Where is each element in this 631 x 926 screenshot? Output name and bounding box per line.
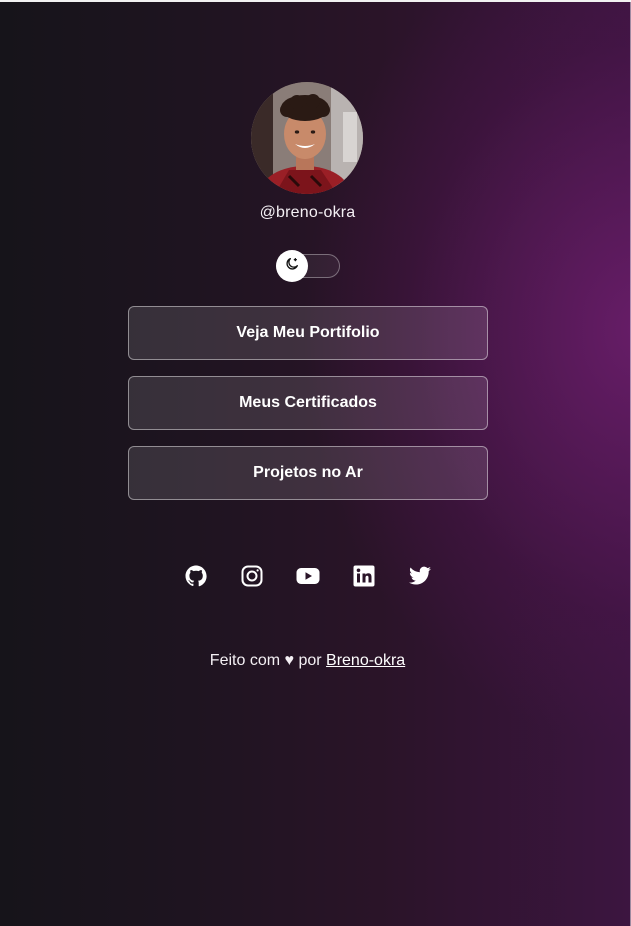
youtube-icon[interactable] (296, 564, 320, 588)
moon-icon (284, 256, 300, 277)
instagram-icon[interactable] (240, 564, 264, 588)
footer-prefix: Feito com (209, 652, 281, 669)
projects-button[interactable]: Projetos no Ar (128, 446, 488, 500)
username: @breno-okra (259, 204, 356, 221)
toggle-knob[interactable] (276, 250, 308, 282)
github-icon[interactable] (184, 564, 208, 588)
avatar (251, 82, 363, 194)
profile-card: @breno-okra Veja Meu Portifolio Meus Cer… (0, 0, 631, 926)
portfolio-button[interactable]: Veja Meu Portifolio (128, 306, 488, 360)
twitter-icon[interactable] (408, 564, 432, 588)
footer-by: por (298, 652, 322, 669)
footer: Feito com ♥ por Breno-okra (0, 652, 615, 670)
author-link[interactable]: Breno-okra (326, 652, 405, 669)
theme-toggle[interactable] (276, 250, 340, 282)
social-links (184, 564, 434, 588)
linkedin-icon[interactable] (352, 564, 376, 588)
heart-icon: ♥ (284, 652, 295, 669)
certificates-button[interactable]: Meus Certificados (128, 376, 488, 430)
